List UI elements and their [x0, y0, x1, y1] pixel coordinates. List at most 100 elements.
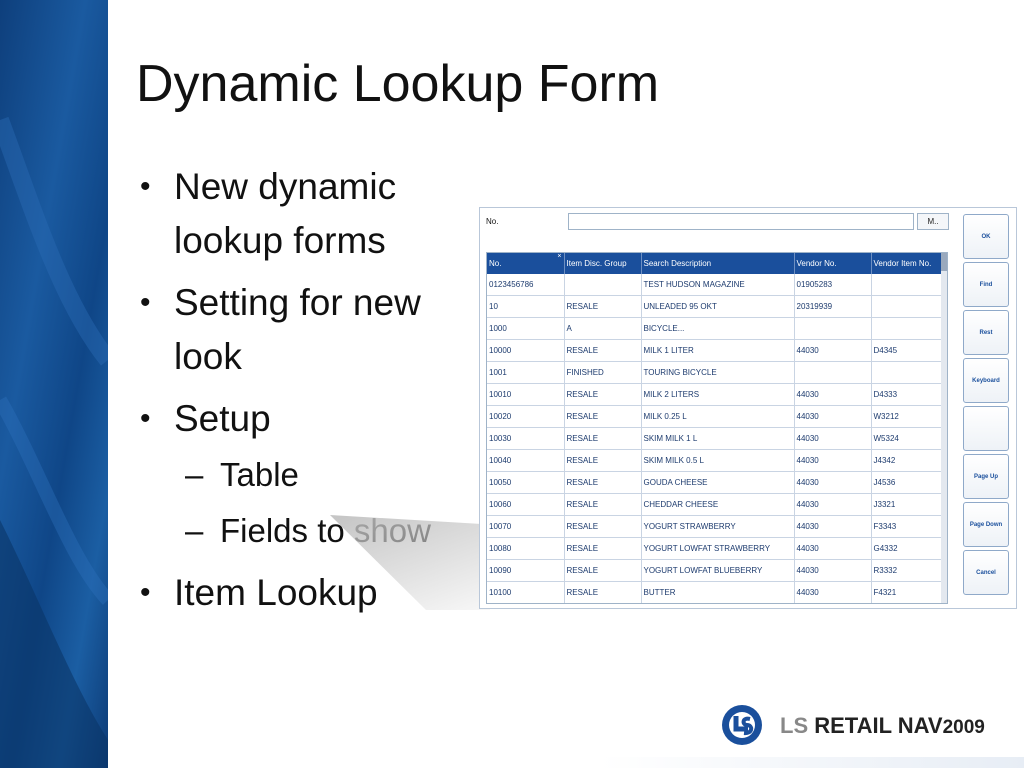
scrollbar-thumb[interactable]: [941, 253, 947, 271]
bullet-dot-icon: •: [140, 576, 151, 609]
table-cell: 44030: [794, 471, 872, 494]
table-cell: [564, 274, 642, 296]
table-cell: RESALE: [564, 383, 642, 406]
table-cell: [871, 274, 944, 296]
table-cell: 10000: [487, 339, 565, 362]
table-cell: F3343: [871, 515, 944, 538]
table-cell: 44030: [794, 581, 872, 603]
table-row[interactable]: 10100 RESALE BUTTER 44030 F4321: [487, 581, 944, 603]
table-row[interactable]: 10050 RESALE GOUDA CHEESE 44030 J4536: [487, 471, 944, 494]
table-cell: RESALE: [564, 493, 642, 516]
bullet-text: New dynamic lookup forms: [174, 166, 397, 261]
table-cell: F4321: [871, 581, 944, 603]
table-row[interactable]: 10070 RESALE YOGURT STRAWBERRY 44030 F3343: [487, 515, 944, 538]
bullet-dot-icon: •: [140, 286, 151, 319]
bottom-decoration: [600, 757, 1024, 768]
table-cell: D4333: [871, 383, 944, 406]
table-cell: YOGURT LOWFAT BLUEBERRY: [641, 559, 795, 582]
table-row[interactable]: 1000 A BICYCLE...: [487, 317, 944, 340]
table-cell: SKIM MILK 1 L: [641, 427, 795, 450]
table-cell: MILK 2 LITERS: [641, 383, 795, 406]
table-cell: 44030: [794, 405, 872, 428]
brand-year: 2009: [942, 717, 985, 738]
page-down-button[interactable]: Page Down: [963, 502, 1009, 547]
blank-button[interactable]: [963, 406, 1009, 451]
table-cell: 10: [487, 295, 565, 318]
bullet-text: Item Lookup: [174, 572, 378, 613]
brand-name: RETAIL NAV: [814, 713, 943, 738]
page-up-button[interactable]: Page Up: [963, 454, 1009, 499]
cancel-button[interactable]: Cancel: [963, 550, 1009, 595]
bullet-dot-icon: •: [140, 170, 151, 203]
column-header[interactable]: Search Description: [641, 253, 795, 274]
table-row[interactable]: 10080 RESALE YOGURT LOWFAT STRAWBERRY 44030…: [487, 537, 944, 560]
table-cell: G4332: [871, 537, 944, 560]
table-cell: R3332: [871, 559, 944, 582]
table-cell: RESALE: [564, 295, 642, 318]
column-header[interactable]: No. ×: [487, 253, 565, 274]
ls-retail-logo-icon: [722, 705, 762, 745]
table-cell: 10060: [487, 493, 565, 516]
table-cell: 44030: [794, 559, 872, 582]
table-cell: J4342: [871, 449, 944, 472]
table-cell: UNLEADED 95 OKT: [641, 295, 795, 318]
table-cell: RESALE: [564, 559, 642, 582]
more-button[interactable]: M..: [917, 213, 949, 230]
table-cell: [871, 295, 944, 318]
column-header[interactable]: Vendor No.: [794, 253, 872, 274]
table-cell: 44030: [794, 427, 872, 450]
table-cell: D4345: [871, 339, 944, 362]
table-cell: 1000: [487, 317, 565, 340]
decorative-side-band: [0, 0, 108, 768]
table-header-row: No. × Item Disc. Group Search Description Ve…: [487, 253, 944, 274]
action-button-column: OK Find Rest Keyboard Page Up Page Down Cancel: [963, 214, 1011, 598]
table-cell: 10100: [487, 581, 565, 603]
table-cell: YOGURT LOWFAT STRAWBERRY: [641, 537, 795, 560]
keyboard-button[interactable]: Keyboard: [963, 358, 1009, 403]
table-cell: 20319939: [794, 295, 872, 318]
no-field-input[interactable]: [568, 213, 914, 230]
table-cell: W5324: [871, 427, 944, 450]
lookup-grid: No. × Item Disc. Group Search Description Ve…: [486, 252, 948, 604]
column-header[interactable]: Item Disc. Group: [564, 253, 642, 274]
sub-bullet-item: – Table: [140, 454, 470, 496]
table-cell: [871, 361, 944, 384]
column-header[interactable]: Vendor Item No.: [871, 253, 944, 274]
brand-ls: LS: [780, 713, 809, 738]
table-cell: 10090: [487, 559, 565, 582]
table-cell: 1001: [487, 361, 565, 384]
vertical-scrollbar[interactable]: [941, 253, 947, 603]
ok-button[interactable]: OK: [963, 214, 1009, 259]
table-cell: [794, 361, 872, 384]
rest-button[interactable]: Rest: [963, 310, 1009, 355]
bullet-text: Setup: [174, 398, 271, 439]
table-cell: 10080: [487, 537, 565, 560]
find-button[interactable]: Find: [963, 262, 1009, 307]
table-cell: 44030: [794, 537, 872, 560]
table-cell: 44030: [794, 493, 872, 516]
bullet-item: • Setting for new look: [140, 276, 470, 384]
table-cell: GOUDA CHEESE: [641, 471, 795, 494]
table-cell: RESALE: [564, 537, 642, 560]
table-row[interactable]: 10040 RESALE SKIM MILK 0.5 L 44030 J4342: [487, 449, 944, 472]
table-cell: RESALE: [564, 471, 642, 494]
table-row[interactable]: 1001 FINISHED TOURING BICYCLE: [487, 361, 944, 384]
bullet-dot-icon: •: [140, 402, 151, 435]
table-cell: J4536: [871, 471, 944, 494]
table-cell: BICYCLE...: [641, 317, 795, 340]
table-row[interactable]: 0123456786 TEST HUDSON MAGAZINE 01905283: [487, 274, 944, 296]
table-row[interactable]: 10020 RESALE MILK 0.25 L 44030 W3212: [487, 405, 944, 428]
table-row[interactable]: 10090 RESALE YOGURT LOWFAT BLUEBERRY 44030 R…: [487, 559, 944, 582]
table-row[interactable]: 10030 RESALE SKIM MILK 1 L 44030 W5324: [487, 427, 944, 450]
no-field-label: No.: [486, 217, 499, 226]
table-cell: 44030: [794, 449, 872, 472]
table-row[interactable]: 10 RESALE UNLEADED 95 OKT 20319939: [487, 295, 944, 318]
lookup-form-window: No. M.. No. × Item Disc. Group Search Descr…: [479, 207, 1017, 609]
table-row[interactable]: 10000 RESALE MILK 1 LITER 44030 D4345: [487, 339, 944, 362]
table-cell: FINISHED: [564, 361, 642, 384]
table-row[interactable]: 10010 RESALE MILK 2 LITERS 44030 D4333: [487, 383, 944, 406]
table-cell: 10030: [487, 427, 565, 450]
table-row[interactable]: 10060 RESALE CHEDDAR CHEESE 44030 J3321: [487, 493, 944, 516]
dash-icon: –: [185, 512, 204, 549]
bullet-item: • Setup: [140, 392, 470, 446]
